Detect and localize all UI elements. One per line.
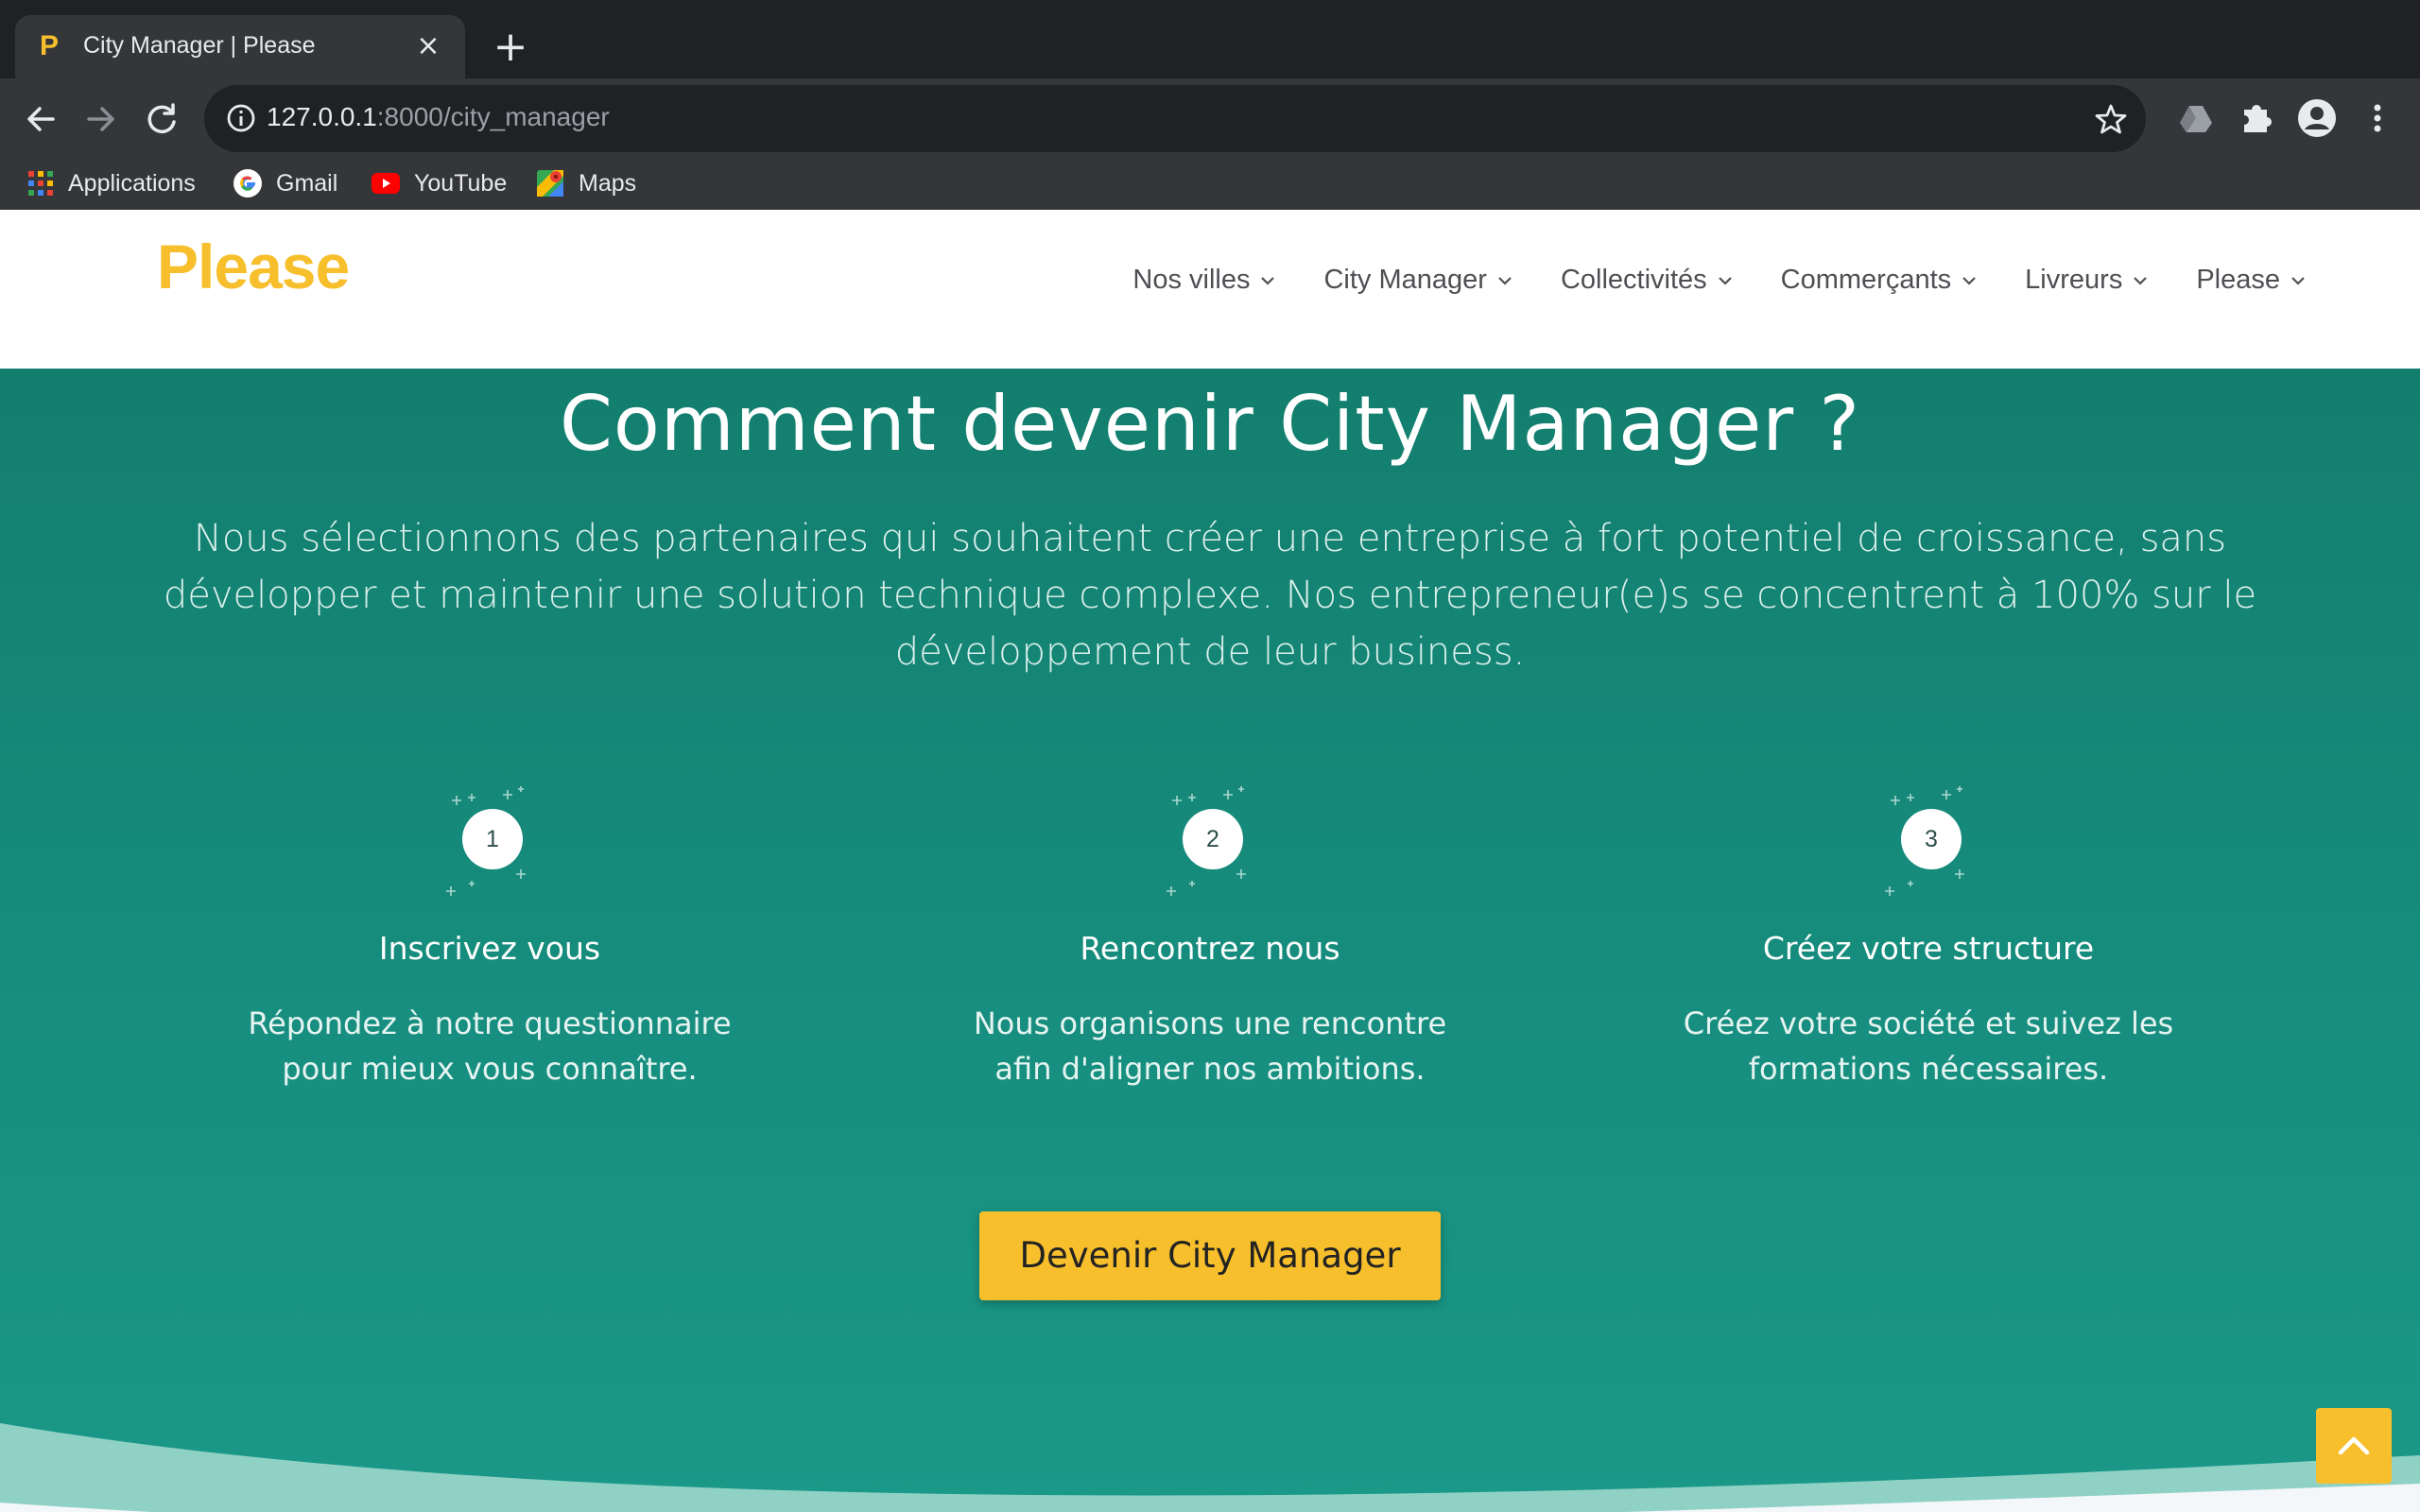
google-icon (233, 169, 262, 198)
main-nav: Nos villes City Manager Collectivités Co… (1085, 265, 2307, 296)
site-info-icon[interactable] (225, 102, 257, 134)
bookmark-maps[interactable]: Maps (535, 166, 636, 200)
back-button[interactable] (17, 95, 64, 143)
nav-item-label: City Manager (1323, 265, 1487, 295)
step-badge: 1 (438, 784, 542, 907)
new-tab-button[interactable]: + (492, 26, 529, 68)
reload-icon (147, 103, 176, 134)
maps-icon (537, 170, 563, 197)
tab-close-icon[interactable]: × (412, 30, 444, 62)
bookmark-label: Gmail (276, 169, 338, 197)
scroll-to-top-button[interactable] (2316, 1408, 2392, 1484)
browser-toolbar: 127.0.0.1:8000/city_manager Applications… (0, 78, 2420, 225)
wave-divider (0, 1423, 2420, 1512)
step-badge: 2 (1158, 784, 1262, 907)
nav-item-collectivites[interactable]: Collectivités (1561, 265, 1734, 296)
nav-item-please[interactable]: Please (2196, 265, 2307, 296)
bookmark-youtube[interactable]: YouTube (371, 166, 507, 200)
chevron-down-icon (1718, 276, 1732, 285)
address-bar[interactable]: 127.0.0.1:8000/city_manager (204, 85, 2146, 152)
bookmark-label: Applications (68, 169, 196, 197)
nav-item-label: Commerçants (1780, 265, 1952, 295)
step-card: 3 Créez votre structure Créez votre soci… (1645, 784, 2212, 1091)
tab-title: City Manager | Please (83, 32, 316, 59)
chevron-down-icon (1962, 276, 1976, 285)
hero-section: Comment devenir City Manager ? Nous séle… (0, 369, 2420, 1512)
step-number: 3 (1901, 809, 1962, 869)
nav-item-label: Collectivités (1560, 265, 1707, 295)
hero-title: Comment devenir City Manager ? (560, 380, 1860, 468)
bookmark-applications[interactable]: Applications (26, 166, 196, 200)
step-card: 1 Inscrivez vous Répondez à notre questi… (206, 784, 773, 1091)
forward-button[interactable] (78, 95, 125, 143)
url-text: 127.0.0.1:8000/city_manager (267, 102, 610, 131)
hero-intro-text: Nous sélectionnons des partenaires qui s… (163, 517, 2257, 674)
step-card: 2 Rencontrez nous Nous organisons une re… (926, 784, 1494, 1091)
become-city-manager-button[interactable]: Devenir City Manager (979, 1211, 1441, 1300)
step-title: Inscrivez vous (378, 930, 601, 967)
chevron-down-icon (2134, 276, 2148, 285)
chevron-down-icon (1261, 276, 1275, 285)
step-number: 1 (462, 809, 523, 869)
bookmarks-bar: Applications Gmail YouTube Maps (0, 155, 2420, 212)
step-title: Créez votre structure (1762, 930, 2095, 967)
nav-item-label: Livreurs (2025, 265, 2123, 295)
reload-button[interactable] (138, 95, 185, 143)
nav-item-livreurs[interactable]: Livreurs (2025, 265, 2149, 296)
step-badge: 3 (1876, 784, 1980, 907)
tab-favicon-icon: P (40, 30, 60, 61)
step-description: Créez votre société et suivez les format… (1683, 1005, 2174, 1087)
bookmark-label: YouTube (414, 169, 508, 197)
back-arrow-icon (27, 107, 55, 131)
forward-arrow-icon (87, 107, 114, 131)
step-description: Nous organisons une rencontre afin d'ali… (973, 1005, 1447, 1087)
chevron-down-icon (1498, 276, 1512, 285)
chevron-up-icon (2338, 1436, 2370, 1455)
youtube-icon (372, 173, 400, 194)
browser-tabstrip: P City Manager | Please × + (0, 0, 2420, 78)
nav-item-label: Nos villes (1132, 265, 1251, 295)
bookmark-star-icon[interactable] (2093, 101, 2129, 137)
browser-menu-icon[interactable] (2354, 94, 2401, 142)
bookmark-label: Maps (579, 169, 637, 197)
extensions-puzzle-icon[interactable] (2233, 94, 2280, 142)
step-number: 2 (1183, 809, 1243, 869)
site-logo[interactable]: Please (157, 231, 350, 302)
profile-avatar-icon[interactable] (2293, 94, 2341, 142)
bookmark-gmail[interactable]: Gmail (233, 166, 337, 200)
step-title: Rencontrez nous (1080, 930, 1340, 967)
google-drive-extension-icon[interactable] (2172, 94, 2220, 142)
nav-item-commercants[interactable]: Commerçants (1781, 265, 1979, 296)
apps-grid-icon (28, 171, 53, 196)
chevron-down-icon (2291, 276, 2305, 285)
nav-item-city-manager[interactable]: City Manager (1323, 265, 1512, 296)
site-header: Please Nos villes City Manager Collectiv… (0, 210, 2420, 369)
browser-tab[interactable]: P City Manager | Please × (15, 15, 465, 78)
step-description: Répondez à notre questionnaire pour mieu… (248, 1005, 732, 1087)
nav-item-nos-villes[interactable]: Nos villes (1132, 265, 1276, 296)
nav-item-label: Please (2196, 265, 2280, 295)
